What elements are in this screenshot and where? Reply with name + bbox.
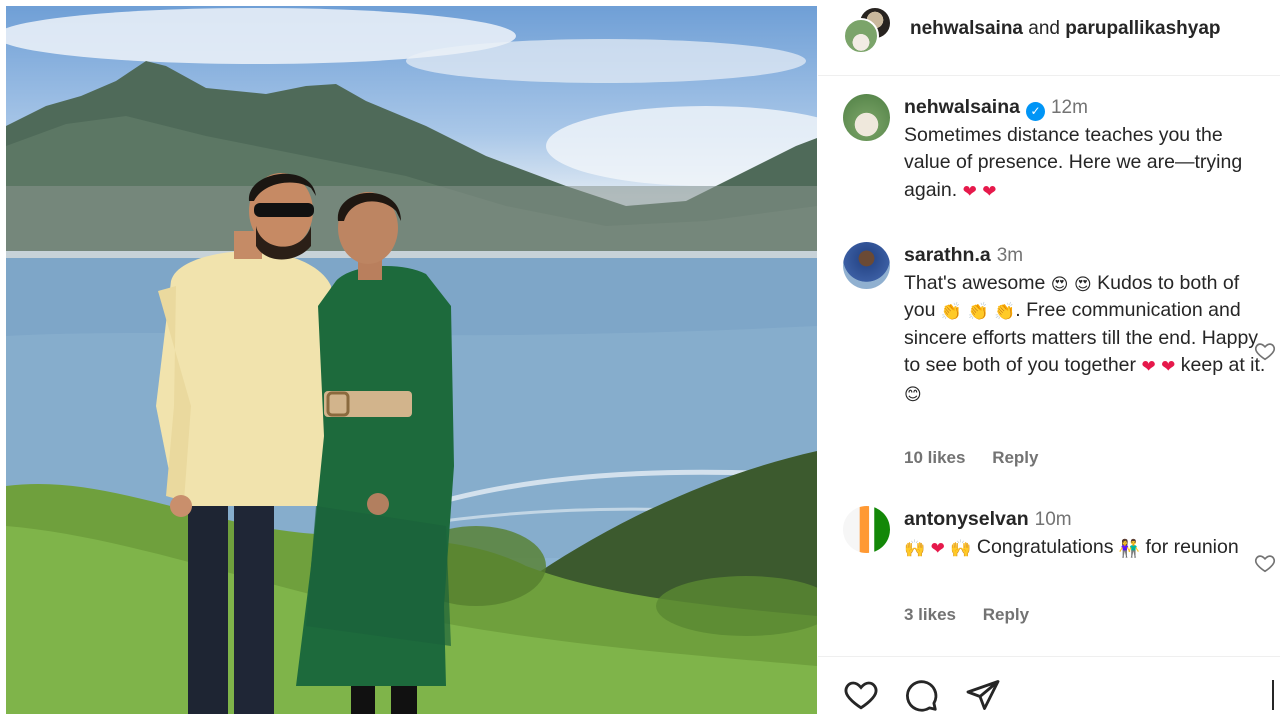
reply-button[interactable]: Reply: [992, 448, 1038, 467]
comment-meta: 10 likes Reply: [904, 448, 1060, 468]
reply-button[interactable]: Reply: [983, 605, 1029, 624]
post-photo[interactable]: [6, 6, 817, 714]
bookmark-icon-edge[interactable]: [1272, 680, 1274, 710]
clap-emoji: 👏: [994, 302, 1016, 321]
caption: nehwalsaina ✓ 12m Sometimes distance teach…: [818, 94, 1280, 214]
comment-time: 3m: [996, 245, 1024, 266]
red-heart-emoji: ❤: [1141, 357, 1156, 376]
clap-emoji: 👏: [940, 302, 963, 321]
caption-text: Sometimes distance teaches you the value…: [904, 123, 1243, 201]
red-heart-emoji: ❤: [1161, 357, 1176, 376]
red-heart-emoji: ❤: [982, 181, 997, 201]
likes-count[interactable]: 3 likes: [904, 605, 956, 624]
red-heart-emoji: ❤: [930, 538, 945, 558]
send-icon[interactable]: [964, 677, 1002, 713]
caption-text-block: nehwalsaina ✓ 12m Sometimes distance teach…: [904, 94, 1270, 204]
heart-icon[interactable]: [842, 677, 880, 713]
post-actions: [818, 656, 1280, 720]
raised-hands-emoji: 🙌: [950, 538, 972, 558]
like-comment-heart-icon[interactable]: [1254, 340, 1276, 362]
comment-item: sarathn.a 3m That's awesome 😍 😍 Kudos to …: [818, 242, 1280, 482]
comment-time: 10m: [1034, 509, 1072, 530]
comment-icon[interactable]: [902, 677, 940, 713]
post-header: nehwalsaina and parupallikashyap: [818, 0, 1280, 76]
author-link-1[interactable]: nehwalsaina: [910, 18, 1023, 39]
comment-item: antonyselvan 10m 🙌 ❤ 🙌 Congratulations 👫 …: [818, 506, 1280, 636]
raised-hands-emoji: 🙌: [904, 538, 926, 558]
avatar[interactable]: [843, 506, 890, 553]
likes-count[interactable]: 10 likes: [904, 448, 965, 467]
caption-username[interactable]: nehwalsaina: [904, 96, 1020, 118]
comment-text-block: sarathn.a 3m That's awesome 😍 😍 Kudos to …: [904, 242, 1270, 407]
like-comment-heart-icon[interactable]: [1254, 552, 1276, 574]
comment-text: keep at it.: [1180, 354, 1266, 376]
comment-meta: 3 likes Reply: [904, 605, 1051, 625]
red-heart-emoji: ❤: [962, 181, 977, 201]
comment-text-block: antonyselvan 10m 🙌 ❤ 🙌 Congratulations 👫 …: [904, 506, 1270, 561]
couple-emoji: 👫: [1118, 538, 1141, 558]
comment-text: Congratulations: [976, 535, 1114, 558]
clap-emoji: 👏: [967, 302, 989, 321]
caption-time: 12m: [1050, 97, 1088, 118]
avatar-front[interactable]: [843, 18, 879, 54]
photo-scene: [6, 8, 817, 714]
avatar[interactable]: [843, 94, 890, 141]
authors-connector: and: [1028, 18, 1060, 39]
comment-username[interactable]: antonyselvan: [904, 508, 1029, 530]
post-authors: nehwalsaina and parupallikashyap: [910, 18, 1221, 40]
avatar[interactable]: [843, 242, 890, 289]
heart-eyes-emoji: 😍: [1073, 274, 1092, 294]
author-link-2[interactable]: parupallikashyap: [1065, 18, 1220, 39]
comment-text: for reunion: [1145, 535, 1239, 558]
verified-badge-icon: ✓: [1025, 102, 1045, 121]
smile-emoji: 😊: [904, 384, 922, 404]
comment-username[interactable]: sarathn.a: [904, 244, 991, 266]
comment-text: That's awesome: [904, 271, 1046, 294]
heart-eyes-emoji: 😍: [1050, 274, 1069, 294]
